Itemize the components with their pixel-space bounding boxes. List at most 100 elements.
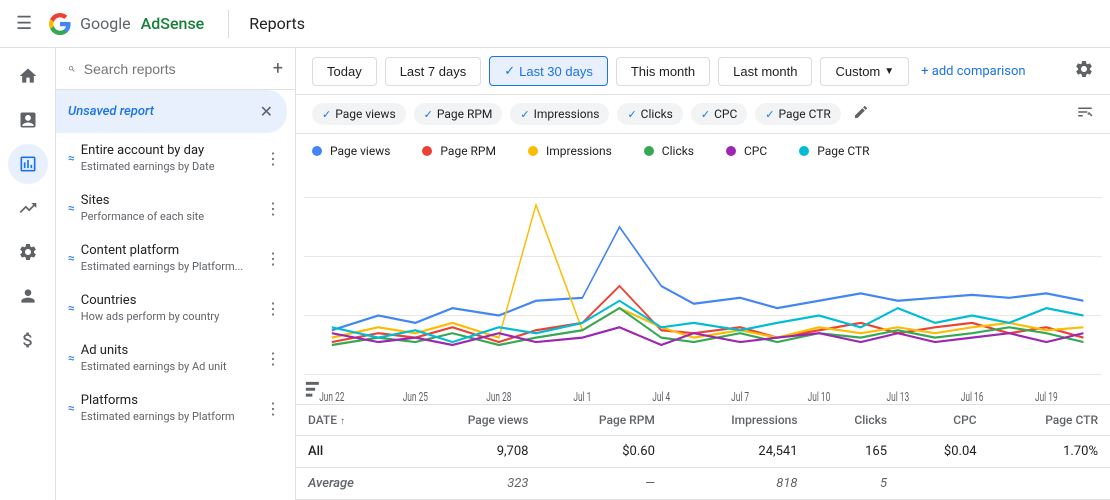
svg-text:Jul 1: Jul 1 (573, 389, 591, 404)
nav-home[interactable] (8, 56, 48, 96)
sidebar-item-platforms[interactable]: ≈ Platforms Estimated earnings by Platfo… (56, 383, 295, 433)
metric-tag-pagectr[interactable]: ✓ Page CTR (755, 103, 841, 125)
legend-dot-pageviews (312, 146, 322, 156)
cell-cpc-avg (899, 468, 989, 500)
col-header-impressions[interactable]: Impressions (667, 405, 810, 436)
legend-pagectr: Page CTR (799, 144, 869, 158)
sidebar-item-ad-units[interactable]: ≈ Ad units Estimated earnings by Ad unit… (56, 333, 295, 383)
menu-icon-content[interactable]: ⋮ (263, 247, 283, 270)
menu-icon-platforms[interactable]: ⋮ (263, 397, 283, 420)
legend-label-impressions: Impressions (546, 144, 612, 158)
spark-icon-platforms: ≈ (68, 401, 75, 415)
menu-icon-entire[interactable]: ⋮ (263, 147, 283, 170)
search-input[interactable] (84, 61, 265, 77)
col-header-pagectr[interactable]: Page CTR (989, 405, 1110, 436)
col-header-cpc[interactable]: CPC (899, 405, 989, 436)
filter-custom[interactable]: Custom ▼ (820, 57, 909, 86)
menu-icon-countries[interactable]: ⋮ (263, 297, 283, 320)
topbar: ☰ Google AdSense Reports (0, 0, 1110, 48)
search-icon (68, 60, 76, 78)
date-col-label: DATE (308, 413, 337, 427)
filter-thismonth[interactable]: This month (616, 57, 710, 86)
metric-tag-clicks[interactable]: ✓ Clicks (617, 103, 682, 125)
cell-pagerpm-all: $0.60 (540, 436, 666, 468)
menu-icon-ad-units[interactable]: ⋮ (263, 347, 283, 370)
chart-options-icon[interactable] (1076, 103, 1094, 125)
svg-text:Jul 4: Jul 4 (652, 389, 670, 404)
legend-label-cpc: CPC (744, 144, 767, 158)
legend-label-pagectr: Page CTR (817, 144, 869, 158)
settings-gear-icon[interactable] (1074, 59, 1094, 84)
svg-text:Jun 25: Jun 25 (403, 389, 428, 404)
legend-dot-impressions (528, 146, 538, 156)
metric-tag-pagerpm[interactable]: ✓ Page RPM (414, 103, 503, 125)
ad-units-content: Ad units Estimated earnings by Ad unit (81, 343, 263, 373)
spark-icon-entire: ≈ (68, 151, 75, 165)
platforms-desc: Estimated earnings by Platform (81, 410, 263, 423)
edit-metrics-icon[interactable] (853, 104, 869, 124)
legend-pagerpm: Page RPM (422, 144, 496, 158)
svg-text:Jul 13: Jul 13 (887, 389, 910, 404)
ad-units-desc: Estimated earnings by Ad unit (81, 360, 263, 373)
sidebar-item-content-platform[interactable]: ≈ Content platform Estimated earnings by… (56, 233, 295, 283)
cell-clicks-avg: 5 (810, 468, 900, 500)
cell-date-avg: Average (296, 468, 406, 500)
cell-pagectr-all: 1.70% (989, 436, 1110, 468)
filter-last7[interactable]: Last 7 days (385, 57, 482, 86)
nav-trends[interactable] (8, 188, 48, 228)
menu-icon[interactable]: ☰ (16, 13, 32, 34)
filter-bar: Today Last 7 days ✓ Last 30 days This mo… (296, 48, 1110, 95)
filter-today[interactable]: Today (312, 57, 377, 86)
metric-label-cpc: CPC (714, 107, 737, 121)
add-report-icon[interactable]: + (273, 58, 283, 79)
metric-tag-pageviews[interactable]: ✓ Page views (312, 103, 406, 125)
sites-desc: Performance of each site (81, 210, 263, 223)
add-comparison-button[interactable]: + add comparison (921, 64, 1025, 79)
col-header-date[interactable]: DATE ↑ (296, 405, 406, 436)
filter-last30[interactable]: ✓ Last 30 days (489, 56, 608, 86)
legend-cpc: CPC (726, 144, 767, 158)
content-platform-name: Content platform (81, 243, 263, 258)
legend-dot-clicks (644, 146, 654, 156)
nav-users[interactable] (8, 276, 48, 316)
entire-account-name: Entire account by day (81, 143, 263, 158)
sidebar-item-unsaved[interactable]: Unsaved report ✕ (56, 90, 287, 133)
check-icon-last30: ✓ (504, 63, 515, 79)
metric-tag-impressions[interactable]: ✓ Impressions (510, 103, 609, 125)
check-impressions: ✓ (520, 108, 529, 121)
sidebar-search-bar: + (56, 48, 295, 90)
logo-google-text: Google (80, 14, 131, 33)
spark-icon-countries: ≈ (68, 301, 75, 315)
sidebar-item-entire-account[interactable]: ≈ Entire account by day Estimated earnin… (56, 133, 295, 183)
content-platform-content: Content platform Estimated earnings by P… (81, 243, 263, 273)
metric-label-pagectr: Page CTR (779, 107, 831, 121)
col-header-pageviews[interactable]: Page views (406, 405, 540, 436)
col-header-clicks[interactable]: Clicks (810, 405, 900, 436)
metric-tag-cpc[interactable]: ✓ CPC (691, 103, 747, 125)
nav-reports[interactable] (8, 100, 48, 140)
menu-icon-sites[interactable]: ⋮ (263, 197, 283, 220)
unsaved-report-label: Unsaved report (68, 104, 258, 119)
icon-nav (0, 48, 56, 500)
logo: ☰ Google AdSense (16, 12, 204, 36)
chevron-down-icon: ▼ (884, 66, 894, 77)
col-header-pagerpm[interactable]: Page RPM (540, 405, 666, 436)
nav-monetization[interactable] (8, 320, 48, 360)
topbar-divider (228, 10, 229, 38)
countries-content: Countries How ads perform by country (81, 293, 263, 323)
nav-analytics[interactable] (8, 144, 48, 184)
sites-name: Sites (81, 193, 263, 208)
page-title: Reports (249, 14, 305, 33)
nav-settings[interactable] (8, 232, 48, 272)
svg-text:Jul 16: Jul 16 (961, 389, 984, 404)
google-logo-icon (48, 12, 72, 36)
cell-date-all: All (296, 436, 406, 468)
close-icon[interactable]: ✕ (258, 100, 275, 123)
sidebar-item-countries[interactable]: ≈ Countries How ads perform by country ⋮ (56, 283, 295, 333)
filter-lastmonth[interactable]: Last month (718, 57, 812, 86)
entire-account-desc: Estimated earnings by Date (81, 160, 263, 173)
svg-text:Jun 28: Jun 28 (486, 389, 511, 404)
metric-label-impressions: Impressions (534, 107, 600, 121)
sidebar-item-sites[interactable]: ≈ Sites Performance of each site ⋮ (56, 183, 295, 233)
chart-legend: Page views Page RPM Impressions Clicks (296, 134, 1110, 168)
